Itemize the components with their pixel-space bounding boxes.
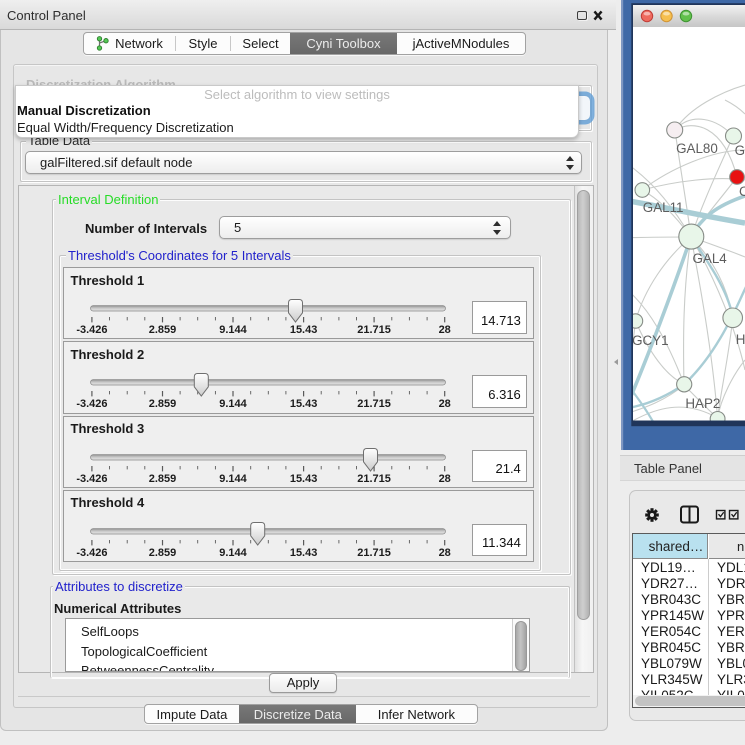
svg-text:15.43: 15.43	[290, 324, 318, 336]
svg-text:15.43: 15.43	[290, 472, 318, 484]
svg-text:GAL4: GAL4	[693, 251, 728, 266]
svg-text:GAL11: GAL11	[643, 200, 684, 215]
svg-text:15.43: 15.43	[290, 398, 318, 410]
svg-text:28: 28	[439, 324, 451, 336]
svg-text:21.715: 21.715	[357, 547, 391, 559]
svg-text:HAP2: HAP2	[685, 396, 720, 411]
svg-text:9.144: 9.144	[219, 472, 247, 484]
svg-text:2.859: 2.859	[149, 324, 177, 336]
svg-text:-3.426: -3.426	[76, 547, 107, 559]
svg-text:2.859: 2.859	[149, 547, 177, 559]
svg-text:GCY1: GCY1	[632, 333, 668, 348]
svg-text:28: 28	[439, 472, 451, 484]
svg-text:21.715: 21.715	[357, 398, 391, 410]
svg-text:28: 28	[439, 398, 451, 410]
svg-text:G.: G.	[735, 143, 745, 158]
svg-text:-3.426: -3.426	[76, 324, 107, 336]
svg-text:15.43: 15.43	[290, 547, 318, 559]
svg-text:9.144: 9.144	[219, 398, 247, 410]
svg-text:21.715: 21.715	[357, 472, 391, 484]
svg-text:9.144: 9.144	[219, 324, 247, 336]
svg-text:H: H	[736, 332, 745, 347]
svg-text:2.859: 2.859	[149, 398, 177, 410]
svg-text:2.859: 2.859	[149, 472, 177, 484]
svg-text:21.715: 21.715	[357, 324, 391, 336]
svg-text:28: 28	[439, 547, 451, 559]
svg-text:C: C	[739, 184, 745, 199]
svg-text:-3.426: -3.426	[76, 472, 107, 484]
svg-text:-3.426: -3.426	[76, 398, 107, 410]
svg-text:9.144: 9.144	[219, 547, 247, 559]
svg-text:GAL80: GAL80	[676, 141, 718, 156]
